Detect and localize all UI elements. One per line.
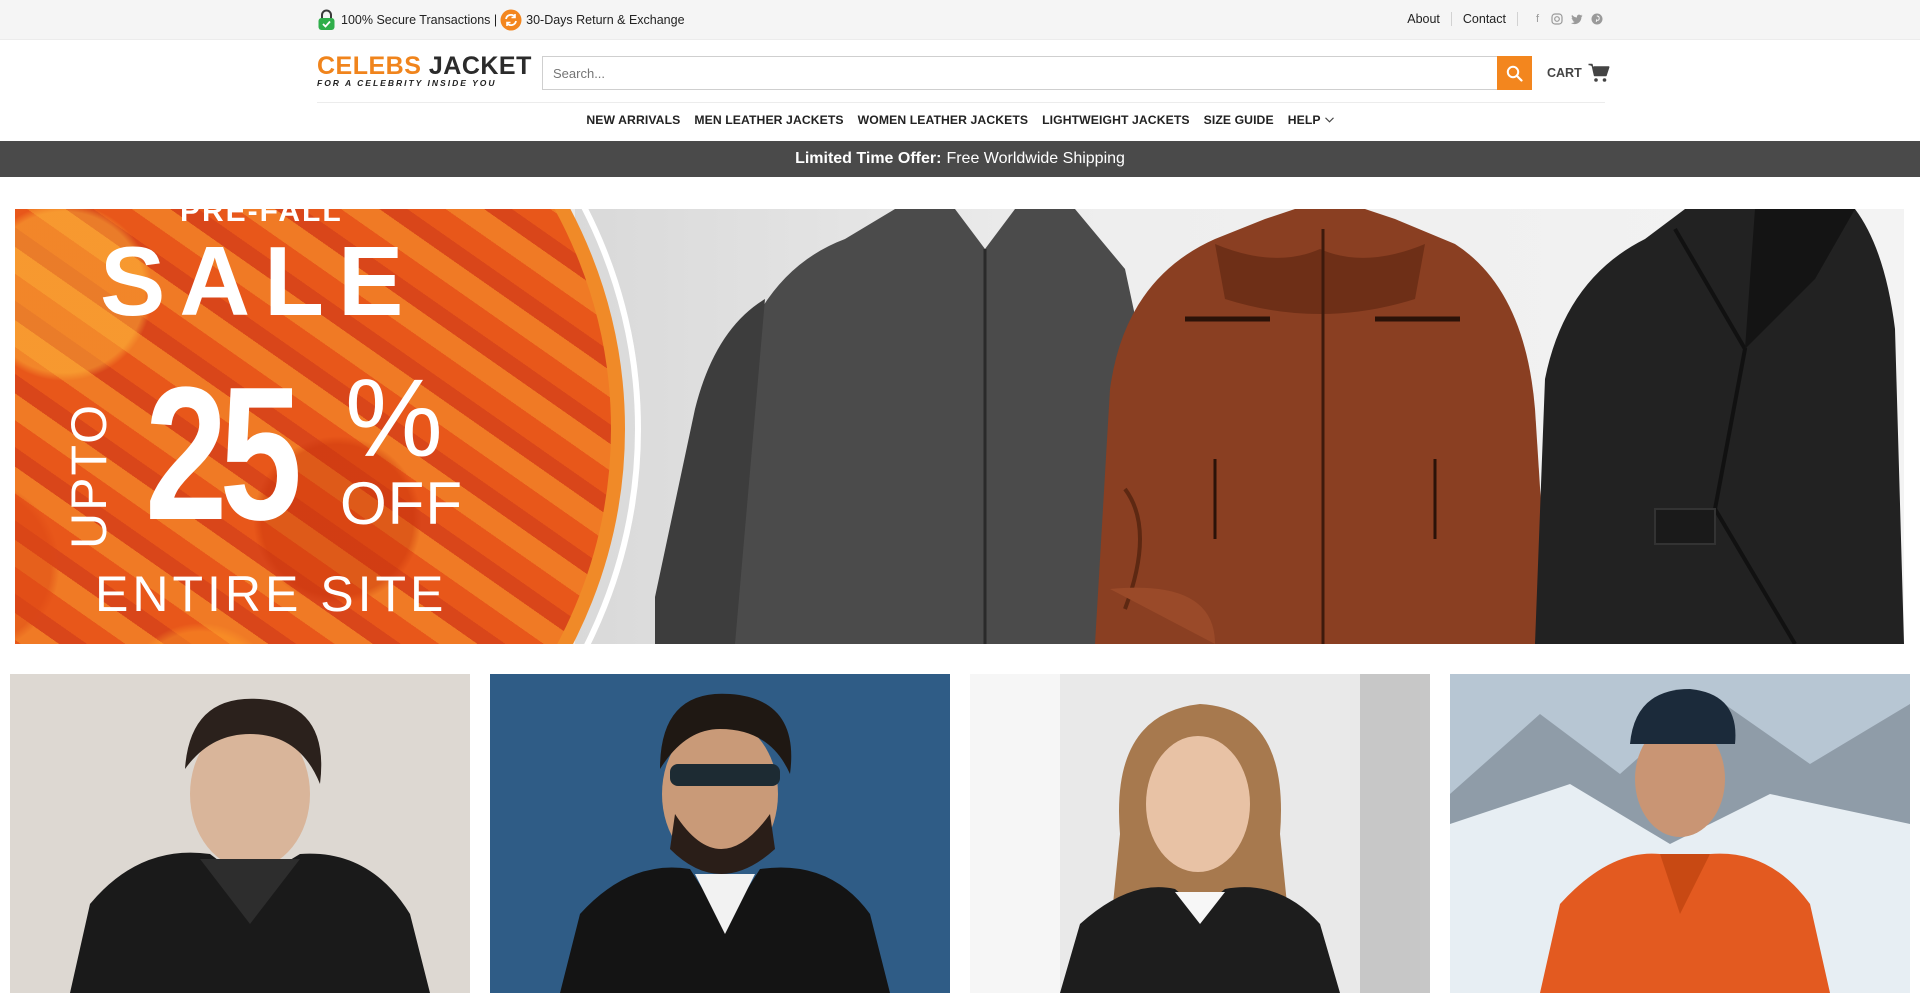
site-logo[interactable]: CELEBS JACKET FOR A CELEBRITY INSIDE YOU: [317, 52, 532, 89]
trust-badges: 100% Secure Transactions | 30-Days Retur…: [317, 9, 685, 31]
promo-text: Free Worldwide Shipping: [946, 150, 1125, 167]
secure-transactions-text: 100% Secure Transactions |: [341, 13, 498, 27]
contact-link[interactable]: Contact: [1463, 12, 1506, 26]
category-tile-1[interactable]: [10, 674, 470, 993]
return-exchange-text: 30-Days Return & Exchange: [526, 13, 685, 27]
logo-wordmark: CELEBS JACKET: [317, 52, 532, 80]
nav-men-leather-jackets[interactable]: MEN LEATHER JACKETS: [694, 113, 843, 127]
category-tile-3[interactable]: [970, 674, 1430, 993]
nav-size-guide[interactable]: SIZE GUIDE: [1204, 113, 1274, 127]
search-icon: [1506, 65, 1523, 82]
promo-highlight: Limited Time Offer:: [795, 150, 942, 167]
return-exchange-icon: [500, 9, 522, 31]
category-image-woman-leather-jacket: [970, 674, 1430, 993]
category-image-man-black-puffer: [10, 674, 470, 993]
cart-icon: [1588, 63, 1610, 82]
top-link-divider: [1450, 12, 1452, 26]
nav-new-arrivals[interactable]: NEW ARRIVALS: [586, 113, 680, 127]
promo-banner: Limited Time Offer: Free Worldwide Shipp…: [0, 141, 1920, 177]
social-links: f: [1532, 13, 1603, 25]
nav-help-label: HELP: [1287, 113, 1321, 127]
about-link[interactable]: About: [1407, 12, 1440, 26]
search-button[interactable]: [1497, 56, 1532, 90]
pinterest-icon[interactable]: [1591, 13, 1603, 25]
facebook-icon[interactable]: f: [1532, 13, 1543, 25]
cart-label: CART: [1547, 66, 1582, 80]
hero-jackets-image: [655, 209, 1904, 644]
top-links: About Contact f: [1407, 12, 1603, 26]
category-tile-2[interactable]: [490, 674, 950, 993]
hero-off-text: OFF: [340, 470, 463, 537]
nav-lightweight-jackets[interactable]: LIGHTWEIGHT JACKETS: [1042, 113, 1189, 127]
search-input[interactable]: [543, 57, 1496, 89]
cart-button[interactable]: CART: [1547, 63, 1610, 83]
top-link-divider: [1517, 12, 1518, 26]
hero-sale-text: SALE: [100, 226, 418, 336]
category-tile-4[interactable]: [1450, 674, 1910, 993]
top-bar: 100% Secure Transactions | 30-Days Retur…: [0, 0, 1920, 40]
category-image-man-orange-jacket: [1450, 674, 1910, 993]
category-tiles: [0, 674, 1920, 993]
twitter-icon[interactable]: [1571, 14, 1583, 25]
site-header: CELEBS JACKET FOR A CELEBRITY INSIDE YOU…: [0, 40, 1920, 141]
hero-percent-sign: %: [345, 357, 443, 480]
instagram-icon[interactable]: [1551, 13, 1563, 25]
hero-discount-number: 25: [145, 348, 302, 560]
search-box: [542, 56, 1498, 90]
hero-sale-banner[interactable]: PRE-FALL SALE UPTO 25 % OFF ENTIRE SITE: [15, 209, 1904, 644]
category-image-man-biker-jacket: [490, 674, 950, 993]
nav-women-leather-jackets[interactable]: WOMEN LEATHER JACKETS: [858, 113, 1028, 127]
main-navigation: NEW ARRIVALS MEN LEATHER JACKETS WOMEN L…: [0, 113, 1920, 127]
header-divider: [317, 102, 1605, 103]
nav-help[interactable]: HELP: [1288, 113, 1334, 127]
hero-upto-text: UPTO: [61, 403, 117, 549]
chevron-down-icon: [1324, 117, 1334, 123]
logo-tagline: FOR A CELEBRITY INSIDE YOU: [317, 78, 497, 88]
secure-lock-icon: [318, 9, 335, 30]
hero-entire-site-text: ENTIRE SITE: [95, 566, 448, 622]
